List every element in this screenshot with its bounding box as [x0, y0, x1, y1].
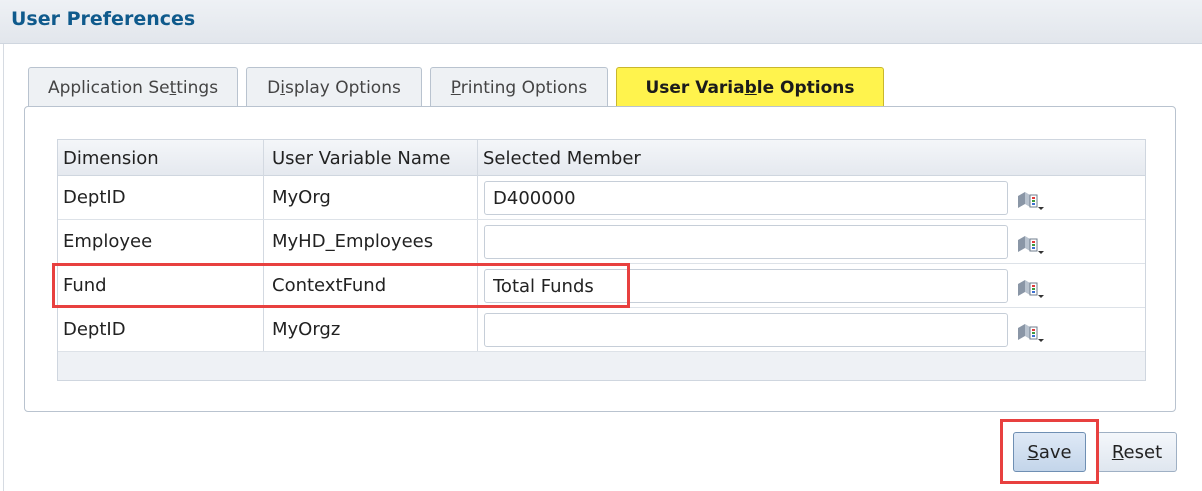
- selected-member-input[interactable]: [484, 181, 1008, 215]
- tab-label: Application Se: [47, 78, 170, 98]
- left-border: [3, 44, 4, 491]
- tab-display-options[interactable]: Display Options: [246, 67, 422, 107]
- variable-name-cell: MyHD_Employees: [272, 231, 434, 252]
- table-row: DeptID MyOrgz: [58, 308, 1145, 352]
- tab-label-mnemonic: b: [744, 78, 757, 98]
- dimension-cell: Employee: [63, 231, 153, 252]
- save-label: ave: [1038, 441, 1072, 463]
- reset-label: eset: [1123, 441, 1163, 463]
- tab-label: tings: [176, 78, 219, 98]
- tab-printing-options[interactable]: Printing Options: [430, 67, 608, 107]
- member-selector-icon[interactable]: [1016, 232, 1046, 256]
- column-header-selected-member[interactable]: Selected Member: [483, 148, 641, 169]
- tab-user-variable-options[interactable]: User Variable Options: [616, 67, 884, 107]
- user-variable-grid: Dimension User Variable Name Selected Me…: [57, 139, 1146, 381]
- tab-label: User Varia: [645, 78, 745, 98]
- grid-header: Dimension User Variable Name Selected Me…: [58, 140, 1145, 176]
- tab-label: le Options: [756, 78, 855, 98]
- grid-footer: [58, 352, 1145, 380]
- dimension-cell: DeptID: [63, 187, 126, 208]
- member-selector-icon[interactable]: [1016, 276, 1046, 300]
- tab-label-mnemonic: P: [450, 78, 461, 98]
- variable-name-cell: ContextFund: [272, 275, 387, 296]
- column-header-dimension[interactable]: Dimension: [63, 148, 159, 169]
- dimension-cell: DeptID: [63, 319, 126, 340]
- save-button[interactable]: Save: [1013, 432, 1086, 472]
- dimension-cell: Fund: [63, 275, 107, 296]
- table-row: DeptID MyOrg: [58, 176, 1145, 220]
- variable-name-cell: MyOrg: [272, 187, 331, 208]
- tab-label: splay Options: [284, 78, 401, 98]
- header-bar: User Preferences: [0, 0, 1202, 44]
- member-selector-icon[interactable]: [1016, 188, 1046, 212]
- tab-application-settings[interactable]: Application Settings: [28, 67, 238, 107]
- table-row: Employee MyHD_Employees: [58, 220, 1145, 264]
- save-mnemonic: S: [1027, 441, 1039, 463]
- variable-name-cell: MyOrgz: [272, 319, 341, 340]
- selected-member-input[interactable]: [484, 225, 1008, 259]
- reset-button[interactable]: Reset: [1097, 432, 1177, 472]
- tab-label: rinting Options: [460, 78, 588, 98]
- selected-member-input[interactable]: [484, 269, 1008, 303]
- member-selector-icon[interactable]: [1016, 320, 1046, 344]
- page-title: User Preferences: [11, 8, 196, 30]
- selected-member-input[interactable]: [484, 313, 1008, 347]
- column-header-user-variable-name[interactable]: User Variable Name: [272, 148, 450, 169]
- user-preferences-page: User Preferences Application Settings Di…: [0, 0, 1202, 491]
- tab-label: D: [267, 78, 281, 98]
- table-row: Fund ContextFund: [58, 264, 1145, 308]
- reset-mnemonic: R: [1111, 441, 1124, 463]
